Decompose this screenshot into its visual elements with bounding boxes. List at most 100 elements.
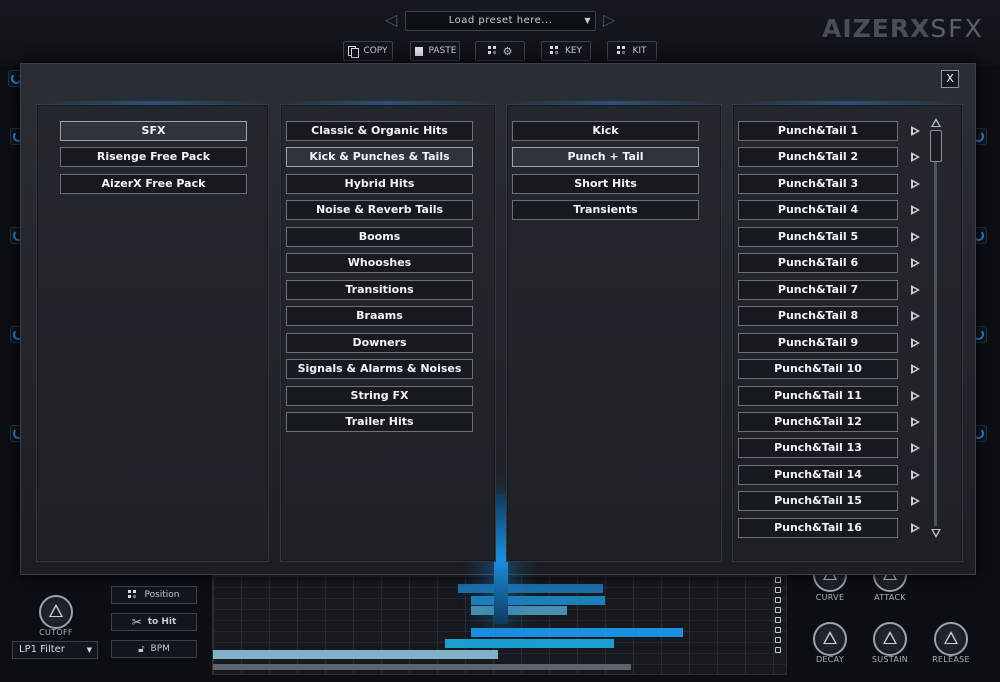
sustain-knob[interactable] xyxy=(873,622,907,656)
play-icon[interactable] xyxy=(908,306,922,326)
library-item[interactable]: Risenge Free Pack xyxy=(60,147,247,168)
play-icon[interactable] xyxy=(908,412,922,432)
sound-item[interactable]: Punch&Tail 9 xyxy=(738,332,898,353)
sound-item[interactable]: Punch&Tail 4 xyxy=(738,200,898,221)
category-item[interactable]: String FX xyxy=(286,385,473,406)
lock-icon[interactable] xyxy=(775,617,781,623)
library-item[interactable]: SFX xyxy=(60,121,247,141)
sample-bar[interactable] xyxy=(213,650,498,659)
decay-label: DECAY xyxy=(815,655,845,664)
copy-button-label: COPY xyxy=(363,46,388,56)
sample-bar[interactable] xyxy=(458,584,603,593)
lock-icon[interactable] xyxy=(775,587,781,593)
previous-preset-arrow-icon[interactable]: ◁ xyxy=(382,11,400,29)
sample-bar[interactable] xyxy=(471,596,605,605)
sound-item[interactable]: Punch&Tail 5 xyxy=(738,226,898,247)
category-item[interactable]: Transitions xyxy=(286,279,473,300)
play-icon[interactable] xyxy=(908,147,922,167)
scroll-thumb[interactable] xyxy=(930,130,942,162)
subcategory-item[interactable]: Transients xyxy=(512,200,699,221)
lock-icon[interactable] xyxy=(775,637,781,643)
next-preset-arrow-icon[interactable]: ▷ xyxy=(600,11,618,29)
play-icon[interactable] xyxy=(908,174,922,194)
copy-button[interactable]: COPY xyxy=(343,41,393,61)
sound-item[interactable]: Punch&Tail 2 xyxy=(738,147,898,168)
decay-knob[interactable] xyxy=(813,622,847,656)
sample-bar[interactable] xyxy=(471,628,683,637)
sound-item[interactable]: Punch&Tail 12 xyxy=(738,411,898,432)
scroll-track[interactable] xyxy=(934,130,937,526)
key-button-label: KEY xyxy=(564,46,583,56)
sound-item[interactable]: Punch&Tail 16 xyxy=(738,517,898,538)
sound-list-scrollbar[interactable] xyxy=(928,118,944,538)
filter-type-select[interactable]: LP1 Filter ▼ xyxy=(12,641,98,659)
logo-bold-text: AIZERX xyxy=(822,14,931,43)
position-button[interactable]: Position xyxy=(111,586,197,604)
chevron-down-icon: ▼ xyxy=(584,16,591,25)
cutoff-label: CUTOFF xyxy=(39,628,73,637)
subcategory-item[interactable]: Short Hits xyxy=(512,173,699,194)
category-item[interactable]: Signals & Alarms & Noises xyxy=(286,359,473,380)
play-icon[interactable] xyxy=(908,227,922,247)
cutoff-knob[interactable] xyxy=(39,595,73,629)
play-icon[interactable] xyxy=(908,465,922,485)
to-hit-button[interactable]: ✂ to Hit xyxy=(111,613,197,631)
logo-light-text: SFX xyxy=(930,14,984,43)
preset-selector[interactable]: Load preset here... ▼ xyxy=(405,11,596,31)
sound-item[interactable]: Punch&Tail 15 xyxy=(738,491,898,512)
category-item[interactable]: Hybrid Hits xyxy=(286,173,473,194)
play-icon[interactable] xyxy=(908,386,922,406)
curve-label: CURVE xyxy=(815,593,845,602)
sound-item[interactable]: Punch&Tail 7 xyxy=(738,279,898,300)
category-item[interactable]: Downers xyxy=(286,332,473,353)
play-icon[interactable] xyxy=(908,200,922,220)
category-item[interactable]: Whooshes xyxy=(286,253,473,274)
play-icon[interactable] xyxy=(908,359,922,379)
sound-item[interactable]: Punch&Tail 11 xyxy=(738,385,898,406)
sample-bar[interactable] xyxy=(471,606,567,615)
sample-bar[interactable] xyxy=(213,664,631,670)
kit-grid-icon xyxy=(617,46,627,56)
lock-icon[interactable] xyxy=(775,577,781,583)
grid-settings-button[interactable]: ⚙ xyxy=(475,41,525,61)
scroll-down-arrow-icon[interactable] xyxy=(931,529,941,538)
sound-item[interactable]: Punch&Tail 6 xyxy=(738,253,898,274)
category-item[interactable]: Braams xyxy=(286,306,473,327)
scroll-up-arrow-icon[interactable] xyxy=(931,118,941,127)
play-icon[interactable] xyxy=(908,333,922,353)
sample-bar[interactable] xyxy=(445,639,614,648)
key-button[interactable]: KEY xyxy=(541,41,591,61)
sound-item[interactable]: Punch&Tail 8 xyxy=(738,306,898,327)
sound-item[interactable]: Punch&Tail 3 xyxy=(738,173,898,194)
category-item[interactable]: Trailer Hits xyxy=(286,411,473,432)
sound-item[interactable]: Punch&Tail 1 xyxy=(738,121,898,141)
paste-button[interactable]: PASTE xyxy=(410,41,460,61)
play-icon[interactable] xyxy=(908,253,922,273)
kit-button-label: KIT xyxy=(632,46,647,56)
sound-item[interactable]: Punch&Tail 14 xyxy=(738,464,898,485)
subcategory-item[interactable]: Punch + Tail xyxy=(512,147,699,168)
bpm-button[interactable]: 🔓︎ BPM xyxy=(111,640,197,658)
lock-icon[interactable] xyxy=(775,627,781,633)
category-item[interactable]: Classic & Organic Hits xyxy=(286,121,473,141)
close-button[interactable]: X xyxy=(941,70,959,88)
sound-item[interactable]: Punch&Tail 13 xyxy=(738,438,898,459)
category-item[interactable]: Booms xyxy=(286,226,473,247)
kit-button[interactable]: KIT xyxy=(607,41,657,61)
subcategory-item[interactable]: Kick xyxy=(512,121,699,141)
release-knob[interactable] xyxy=(934,622,968,656)
library-item[interactable]: AizerX Free Pack xyxy=(60,173,247,194)
lock-icon[interactable] xyxy=(775,647,781,653)
lock-icon: 🔓︎ xyxy=(138,643,145,655)
play-icon[interactable] xyxy=(908,438,922,458)
play-icon[interactable] xyxy=(908,491,922,511)
category-item[interactable]: Kick & Punches & Tails xyxy=(286,147,473,168)
play-icon[interactable] xyxy=(908,280,922,300)
lock-icon[interactable] xyxy=(775,597,781,603)
category-item[interactable]: Noise & Reverb Tails xyxy=(286,200,473,221)
sound-item[interactable]: Punch&Tail 10 xyxy=(738,359,898,380)
position-grid-icon xyxy=(128,590,138,600)
play-icon[interactable] xyxy=(908,121,922,141)
play-icon[interactable] xyxy=(908,518,922,538)
lock-icon[interactable] xyxy=(775,607,781,613)
